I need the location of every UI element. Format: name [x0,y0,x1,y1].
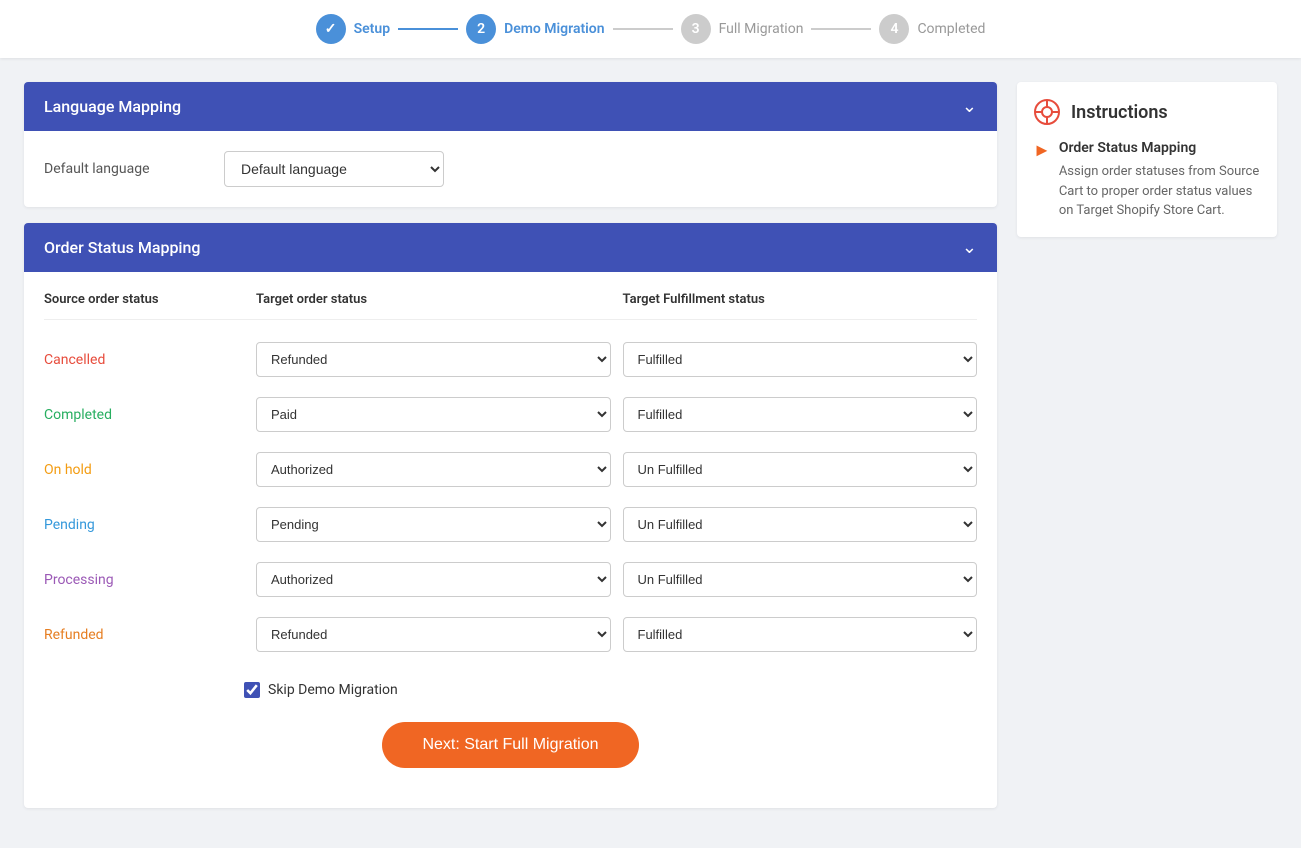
instruction-item-text: Assign order statuses from Source Cart t… [1059,162,1261,221]
content-area: Language Mapping ⌄ Default language Defa… [24,82,997,824]
language-mapping-chevron: ⌄ [962,96,977,117]
instruction-arrow-icon: ► [1033,140,1051,161]
table-row: Cancelled Refunded Paid Authorized Pendi… [44,332,977,387]
step-label-completed: Completed [917,21,985,37]
order-status-mapping-chevron: ⌄ [962,237,977,258]
instruction-content: Order Status Mapping Assign order status… [1059,140,1261,221]
instructions-card: Instructions ► Order Status Mapping Assi… [1017,82,1277,237]
target-select-onhold[interactable]: Refunded Paid Authorized Pending Voided [256,452,611,487]
status-table: Source order status Target order status … [44,292,977,662]
source-status-onhold: On hold [44,462,244,478]
fulfillment-select-completed[interactable]: Fulfilled Un Fulfilled Partial [623,397,978,432]
status-table-header: Source order status Target order status … [44,292,977,320]
language-mapping-panel: Language Mapping ⌄ Default language Defa… [24,82,997,207]
default-language-row: Default language Default language [44,151,977,187]
step-label-demo: Demo Migration [504,21,604,37]
step-label-setup: Setup [354,21,390,37]
skip-demo-row: Skip Demo Migration [44,682,977,698]
default-language-label: Default language [44,161,204,177]
skip-demo-checkbox[interactable] [244,682,260,698]
target-select-pending[interactable]: Refunded Paid Authorized Pending Voided [256,507,611,542]
target-select-processing[interactable]: Refunded Paid Authorized Pending Voided [256,562,611,597]
source-status-refunded: Refunded [44,627,244,643]
step-setup: ✓ Setup [316,14,390,44]
step-circle-setup: ✓ [316,14,346,44]
step-full-migration: 3 Full Migration [681,14,804,44]
stepper-bar: ✓ Setup 2 Demo Migration 3 Full Migratio… [0,0,1301,58]
table-row: On hold Refunded Paid Authorized Pending… [44,442,977,497]
col-fulfillment-header: Target Fulfillment status [623,292,978,307]
default-language-select[interactable]: Default language [224,151,444,187]
instruction-item-title: Order Status Mapping [1059,140,1261,156]
source-status-cancelled: Cancelled [44,352,244,368]
next-button[interactable]: Next: Start Full Migration [382,722,638,768]
order-status-mapping-panel: Order Status Mapping ⌄ Source order stat… [24,223,997,808]
instructions-heading: Instructions [1071,102,1168,123]
order-status-mapping-header[interactable]: Order Status Mapping ⌄ [24,223,997,272]
fulfillment-select-processing[interactable]: Fulfilled Un Fulfilled Partial [623,562,978,597]
language-mapping-body: Default language Default language [24,131,997,207]
order-status-mapping-title: Order Status Mapping [44,238,200,257]
sidebar: Instructions ► Order Status Mapping Assi… [1017,82,1277,824]
step-circle-full: 3 [681,14,711,44]
step-circle-completed: 4 [879,14,909,44]
table-row: Pending Refunded Paid Authorized Pending… [44,497,977,552]
instructions-title: Instructions [1033,98,1261,126]
connector-3 [811,28,871,30]
col-target-header: Target order status [256,292,611,307]
table-row: Completed Refunded Paid Authorized Pendi… [44,387,977,442]
order-status-mapping-body: Source order status Target order status … [24,272,997,808]
instruction-item: ► Order Status Mapping Assign order stat… [1033,140,1261,221]
target-select-completed[interactable]: Refunded Paid Authorized Pending Voided [256,397,611,432]
connector-1 [398,28,458,30]
main-layout: Language Mapping ⌄ Default language Defa… [0,58,1301,848]
fulfillment-select-onhold[interactable]: Fulfilled Un Fulfilled Partial [623,452,978,487]
fulfillment-select-cancelled[interactable]: Fulfilled Un Fulfilled Partial [623,342,978,377]
connector-2 [613,28,673,30]
step-completed: 4 Completed [879,14,985,44]
source-status-pending: Pending [44,517,244,533]
source-status-completed: Completed [44,407,244,423]
fulfillment-select-pending[interactable]: Fulfilled Un Fulfilled Partial [623,507,978,542]
next-button-row: Next: Start Full Migration [44,722,977,788]
col-source-header: Source order status [44,292,244,307]
source-status-processing: Processing [44,572,244,588]
language-mapping-title: Language Mapping [44,97,181,116]
help-icon [1033,98,1061,126]
step-label-full: Full Migration [719,21,804,37]
table-row: Processing Refunded Paid Authorized Pend… [44,552,977,607]
language-mapping-header[interactable]: Language Mapping ⌄ [24,82,997,131]
skip-demo-label[interactable]: Skip Demo Migration [268,682,398,698]
target-select-refunded[interactable]: Refunded Paid Authorized Pending Voided [256,617,611,652]
step-circle-demo: 2 [466,14,496,44]
target-select-cancelled[interactable]: Refunded Paid Authorized Pending Voided [256,342,611,377]
fulfillment-select-refunded[interactable]: Fulfilled Un Fulfilled Partial [623,617,978,652]
step-demo-migration: 2 Demo Migration [466,14,604,44]
table-row: Refunded Refunded Paid Authorized Pendin… [44,607,977,662]
